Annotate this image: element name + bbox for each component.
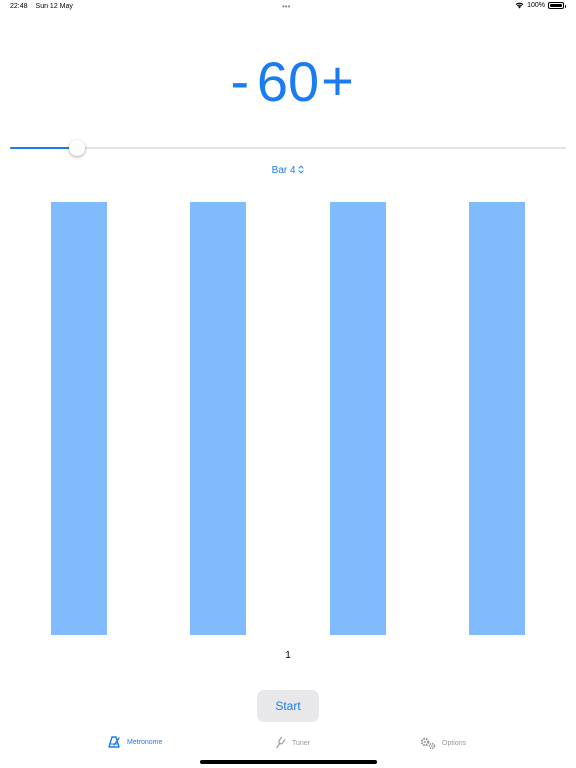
battery-percent: 100% — [527, 2, 545, 9]
tab-tuner[interactable]: Tuner — [273, 736, 310, 750]
battery-icon — [548, 2, 566, 9]
tab-options[interactable]: Options — [419, 736, 466, 750]
tab-tuner-label: Tuner — [292, 739, 311, 747]
metronome-icon — [108, 736, 120, 748]
tab-metronome[interactable]: Metronome — [108, 736, 162, 748]
tempo-control: - 60 + — [0, 46, 576, 116]
slider-thumb[interactable] — [68, 140, 85, 156]
status-date: Sun 12 May — [35, 3, 73, 10]
beat-bar-3[interactable] — [330, 202, 386, 635]
tempo-increase-button[interactable]: + — [321, 53, 354, 109]
tempo-decrease-button[interactable]: - — [225, 53, 255, 109]
slider-fill — [10, 147, 77, 149]
bar-selector[interactable]: Bar 4 — [0, 165, 576, 176]
tab-metronome-label: Metronome — [127, 738, 163, 746]
wifi-icon — [515, 2, 524, 9]
status-time: 22:48 — [10, 3, 28, 10]
tuning-fork-icon — [276, 736, 286, 749]
tempo-value: 60 — [256, 49, 320, 113]
chevron-up-down-icon — [298, 165, 304, 174]
bar-selector-label[interactable]: Bar 4 — [272, 165, 296, 176]
status-left: 22:48 Sun 12 May — [10, 3, 73, 10]
tab-bar: Metronome Tuner Options — [0, 736, 576, 756]
beat-bar-4[interactable] — [469, 202, 525, 635]
gears-icon — [420, 737, 436, 750]
tab-options-label: Options — [442, 739, 467, 747]
beat-counter: 1 — [285, 650, 291, 661]
home-indicator[interactable] — [200, 760, 377, 764]
beat-bar-1[interactable] — [51, 202, 107, 635]
slider-track — [10, 147, 566, 149]
status-right: 100% — [515, 2, 566, 9]
beat-bars — [0, 202, 576, 635]
start-button[interactable]: Start — [257, 690, 319, 722]
multitasking-dots[interactable]: ••• — [282, 2, 290, 11]
beat-bar-2[interactable] — [190, 202, 246, 635]
tempo-slider[interactable] — [10, 138, 566, 158]
battery-level — [550, 4, 562, 7]
status-bar: 22:48 Sun 12 May ••• 100% — [0, 0, 576, 14]
